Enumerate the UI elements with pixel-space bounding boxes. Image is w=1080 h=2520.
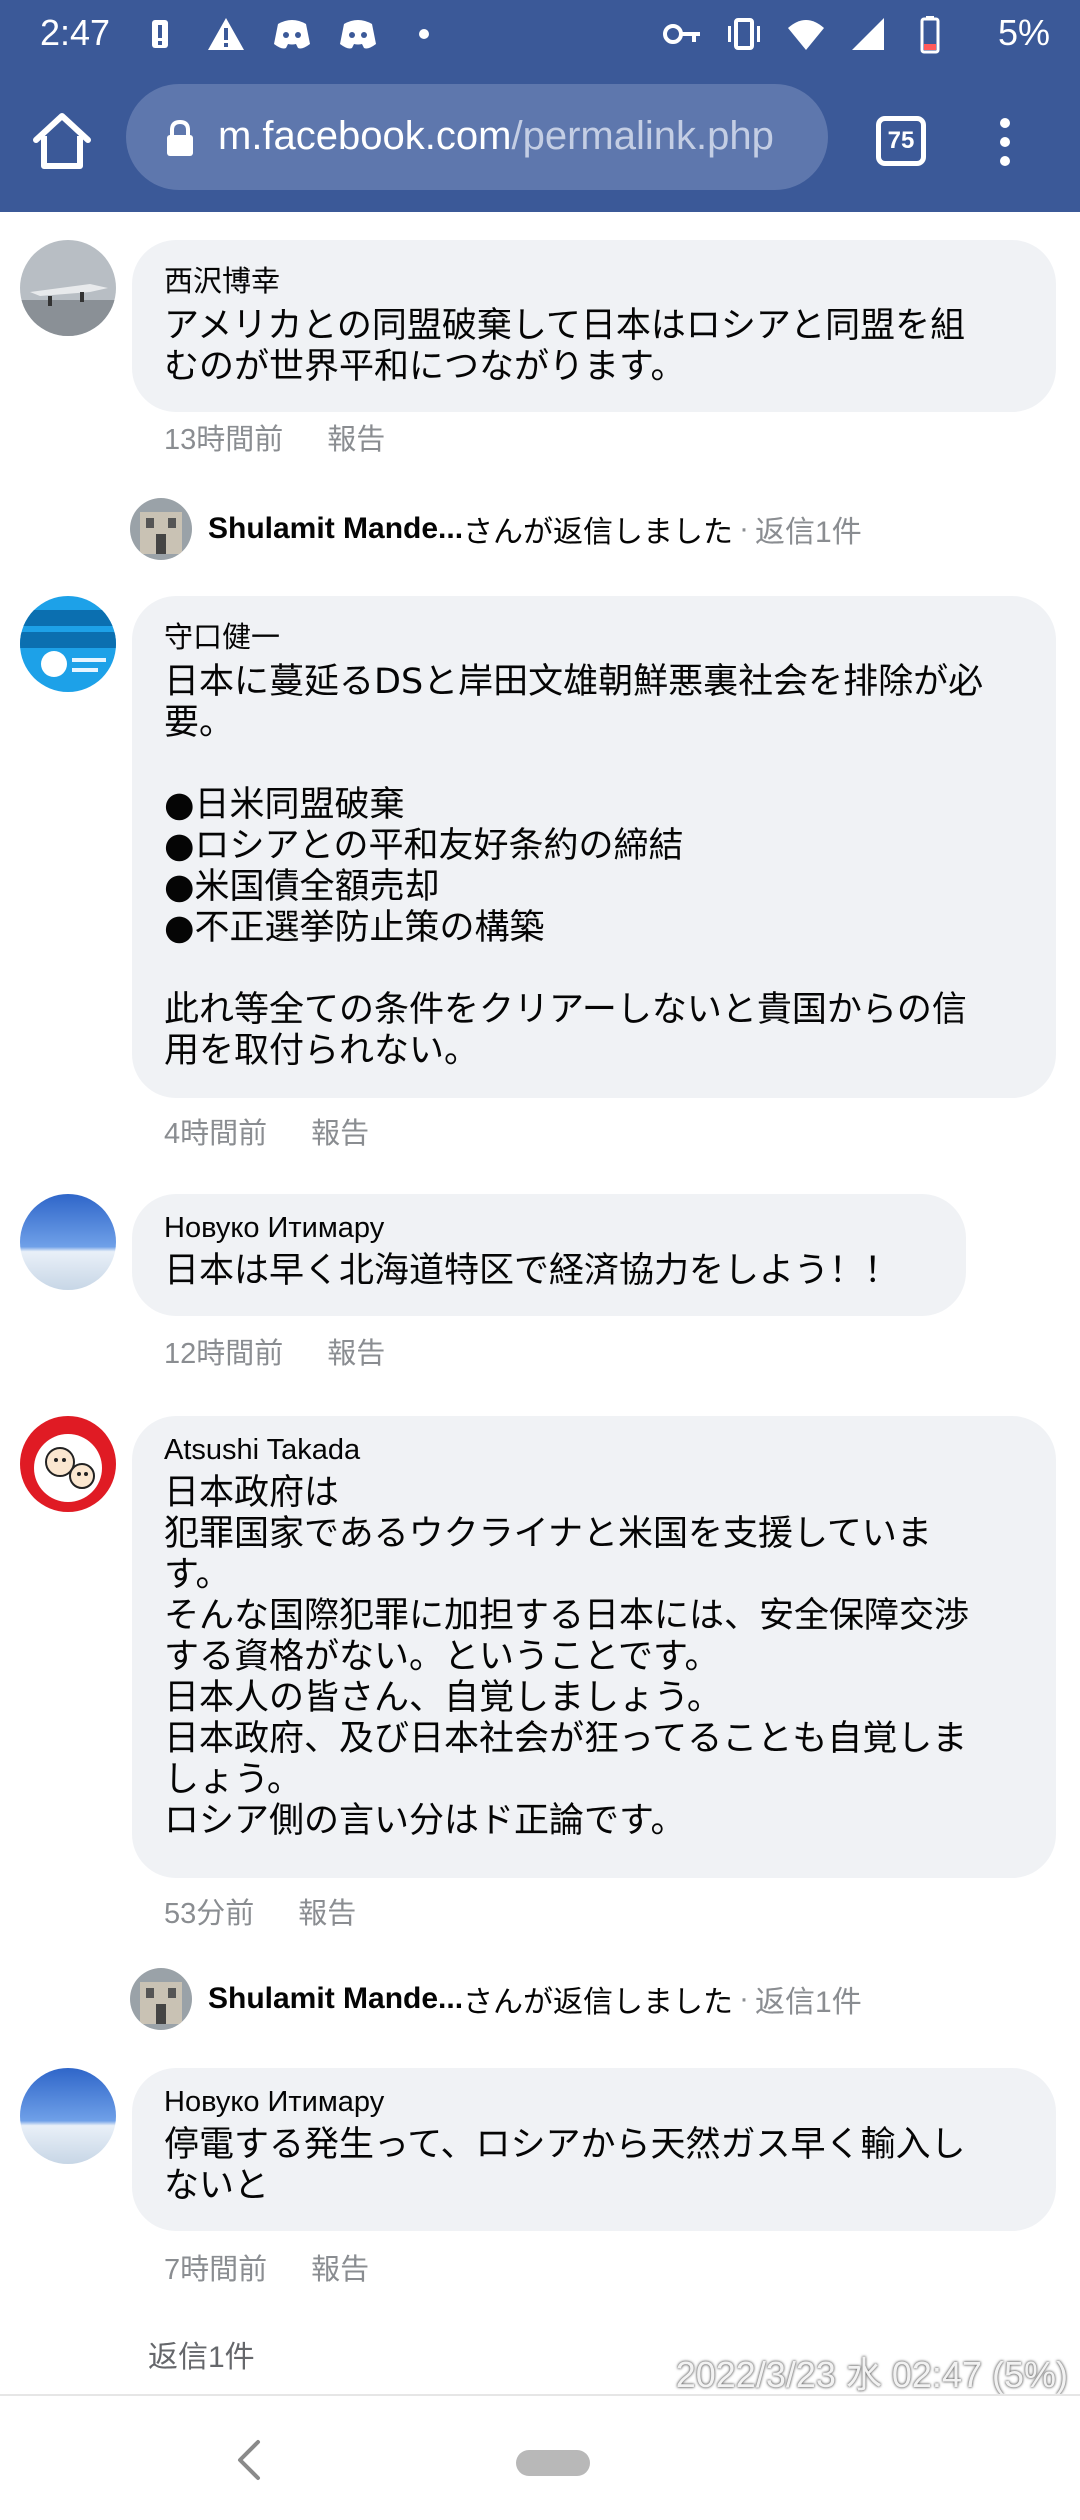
comment-bubble: 西沢博幸 アメリカとの同盟破棄して日本はロシアと同盟を組 むのが世界平和につなが… [132, 240, 1056, 412]
wifi-icon [788, 20, 824, 50]
comment-meta: 13時間前 報告 [164, 416, 385, 458]
comment-time[interactable]: 53分前 [164, 1890, 254, 1932]
notification-icons [140, 14, 444, 54]
key-icon [663, 24, 700, 44]
comment-author[interactable]: Atsushi Takada [164, 1434, 1024, 1467]
comment-author[interactable]: 西沢博幸 [164, 258, 1024, 300]
reply-summary[interactable]: Shulamit Mande... さんが返信しました · 返信1件 [130, 1968, 862, 2030]
back-icon[interactable] [234, 2438, 264, 2482]
reply-count[interactable]: 返信1件 [755, 507, 862, 551]
sky-avatar-image [20, 2068, 116, 2164]
avatar[interactable] [20, 2068, 116, 2164]
comment-bubble: Новуко Итимару 日本は早く北海道特区で経済協力をしよう！！ [132, 1194, 966, 1316]
battery-low-icon [920, 16, 940, 54]
view-replies-link[interactable]: 返信1件 [148, 2332, 255, 2376]
battery-percentage: 5% [997, 12, 1050, 53]
comment-author[interactable]: Новуко Итимару [164, 2086, 1024, 2119]
reply-avatar [130, 1968, 192, 2030]
report-link[interactable]: 報告 [311, 1110, 369, 1152]
discord-icon [274, 20, 310, 49]
report-link[interactable]: 報告 [298, 1890, 356, 1932]
vibrate-icon [728, 18, 760, 50]
comment-text: 日本政府は 犯罪国家であるウクライナと米国を支援していま す。 そんな国際犯罪に… [164, 1473, 970, 1841]
comment-bubble: 守口健一 日本に蔓延るDSと岸田文雄朝鮮悪裏社会を排除が必 要。 ●日米同盟破棄… [132, 596, 1056, 1098]
reply-author[interactable]: Shulamit Mande... [208, 1982, 463, 2016]
comment-time[interactable]: 12時間前 [164, 1330, 283, 1372]
building-avatar-image [130, 1968, 192, 2030]
avatar[interactable] [20, 240, 116, 336]
reply-label: さんが返信しました [463, 1986, 734, 2019]
alert-battery-icon [152, 20, 168, 48]
comment-time[interactable]: 4時間前 [164, 1110, 267, 1152]
status-bar: 2:47 5% [0, 0, 1080, 72]
system-icons [662, 14, 950, 54]
home-gesture-pill[interactable] [516, 2450, 590, 2476]
warning-icon [208, 18, 244, 50]
comment-bubble: Новуко Итимару 停電する発生って、ロシアから天然ガス早く輸入し な… [132, 2068, 1056, 2231]
reply-summary[interactable]: Shulamit Mande... さんが返信しました · 返信1件 [130, 498, 862, 560]
comment-text: 日本は早く北海道特区で経済協力をしよう！！ [164, 1251, 900, 1291]
comment-author[interactable]: Новуко Итимару [164, 1212, 934, 1245]
discord-icon [340, 20, 376, 49]
cartoon-avatar-image [20, 1416, 116, 1512]
signal-icon [852, 18, 884, 50]
url-text[interactable]: m.facebook.com/permalink.php [218, 114, 774, 159]
comment-author[interactable]: 守口健一 [164, 614, 1024, 656]
url-bar[interactable]: m.facebook.com/permalink.php [126, 84, 828, 190]
comment-meta: 53分前 報告 [164, 1890, 356, 1932]
reply-avatar [130, 498, 192, 560]
comment-text: 停電する発生って、ロシアから天然ガス早く輸入し ないと [164, 2125, 966, 2206]
comment-meta: 7時間前 報告 [164, 2246, 369, 2288]
url-domain: m.facebook.com [218, 114, 512, 158]
dot-icon [419, 29, 429, 39]
tab-switcher-button[interactable]: 75 [876, 116, 926, 166]
comment-text: アメリカとの同盟破棄して日本はロシアと同盟を組 むのが世界平和につながります。 [164, 306, 966, 387]
screenshot-timestamp: 2022/3/23 水 02:47 (5%) [675, 2354, 1068, 2395]
avatar[interactable] [20, 596, 116, 692]
avatar[interactable] [20, 1416, 116, 1512]
system-nav-bar [0, 2394, 1080, 2520]
browser-toolbar: m.facebook.com/permalink.php 75 [0, 72, 1080, 212]
building-avatar-image [130, 498, 192, 560]
report-link[interactable]: 報告 [327, 1330, 385, 1372]
home-icon[interactable] [30, 110, 94, 174]
comment-meta: 4時間前 報告 [164, 1110, 369, 1152]
reply-label: さんが返信しました [463, 516, 734, 549]
product-avatar-image [20, 596, 116, 692]
comment-time[interactable]: 13時間前 [164, 416, 283, 458]
separator: · [739, 1982, 750, 2015]
status-time: 2:47 [40, 12, 111, 53]
report-link[interactable]: 報告 [311, 2246, 369, 2288]
more-options-icon[interactable] [990, 114, 1020, 170]
airplane-avatar-image [20, 240, 116, 336]
separator: · [739, 512, 750, 545]
url-path: /permalink.php [511, 114, 774, 158]
lock-icon [167, 119, 193, 156]
sky-avatar-image [20, 1194, 116, 1290]
report-link[interactable]: 報告 [327, 416, 385, 458]
comment-text: 日本に蔓延るDSと岸田文雄朝鮮悪裏社会を排除が必 要。 ●日米同盟破棄 ●ロシア… [164, 662, 984, 1071]
avatar[interactable] [20, 1194, 116, 1290]
reply-count[interactable]: 返信1件 [755, 1977, 862, 2021]
comment-meta: 12時間前 報告 [164, 1330, 385, 1372]
reply-author[interactable]: Shulamit Mande... [208, 512, 463, 546]
comment-bubble: Atsushi Takada 日本政府は 犯罪国家であるウクライナと米国を支援し… [132, 1416, 1056, 1878]
comment-time[interactable]: 7時間前 [164, 2246, 267, 2288]
